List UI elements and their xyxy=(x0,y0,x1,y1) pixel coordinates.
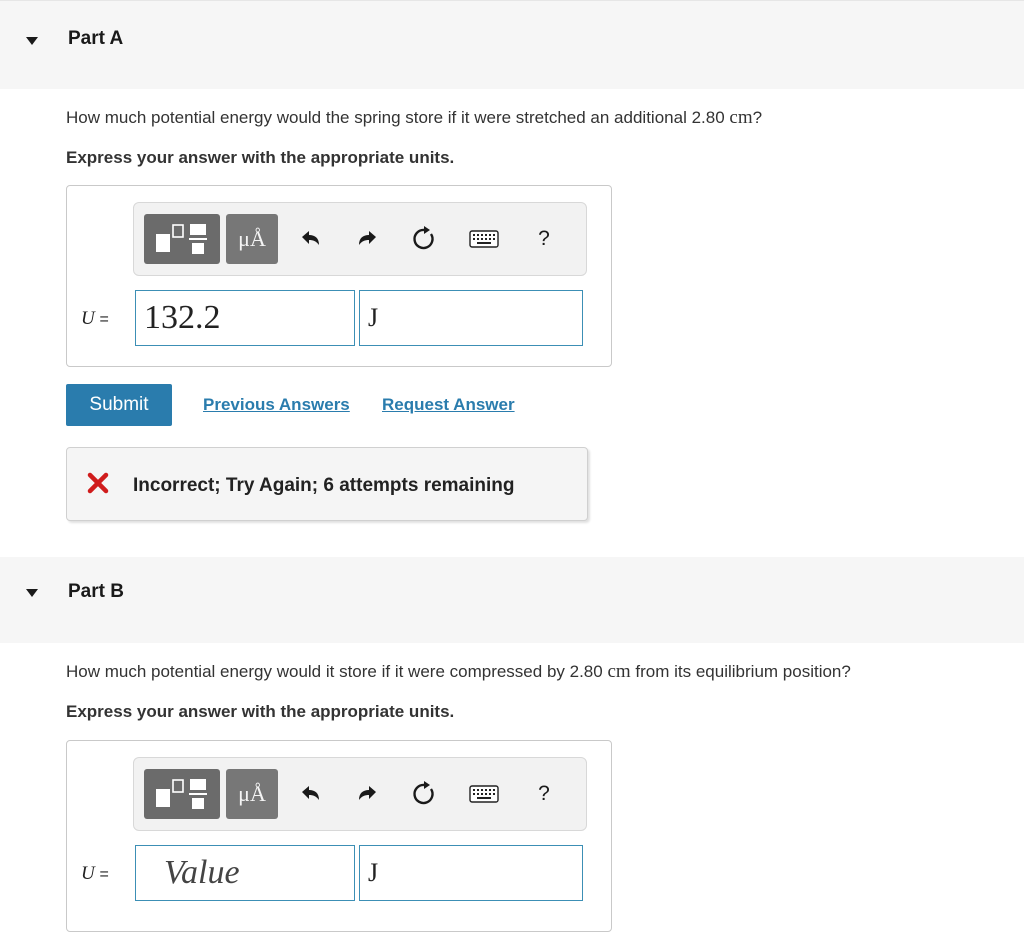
variable-symbol: U xyxy=(81,308,95,329)
part-b-question: How much potential energy would it store… xyxy=(66,661,851,683)
undo-icon xyxy=(302,786,319,800)
variable-label: U = xyxy=(81,308,109,330)
collapse-caret-icon[interactable] xyxy=(26,589,38,597)
templates-icon xyxy=(156,779,207,809)
undo-icon xyxy=(302,231,319,245)
templates-icon xyxy=(156,224,207,254)
redo-button[interactable] xyxy=(354,225,382,253)
templates-button[interactable] xyxy=(144,214,220,264)
part-a-instruction: Express your answer with the appropriate… xyxy=(66,148,455,167)
redo-icon xyxy=(359,231,376,245)
question-end: from its equilibrium position? xyxy=(635,662,851,681)
question-unit: cm xyxy=(729,107,753,128)
equals-sign: = xyxy=(99,311,109,328)
submit-button[interactable]: Submit xyxy=(66,384,172,426)
keyboard-button[interactable] xyxy=(466,780,502,808)
part-b-answer-box: μÅ ? U = Value J xyxy=(66,740,612,932)
keyboard-icon xyxy=(469,230,499,248)
part-a-answer-box: μÅ ? U = 132.2 J xyxy=(66,185,612,367)
math-toolbar: μÅ ? xyxy=(133,757,587,831)
part-a-question: How much potential energy would the spri… xyxy=(66,107,762,129)
unit-input[interactable]: J xyxy=(359,845,583,901)
equals-sign: = xyxy=(99,866,109,883)
variable-label: U = xyxy=(81,863,109,885)
keyboard-button[interactable] xyxy=(466,225,502,253)
templates-button[interactable] xyxy=(144,769,220,819)
feedback-message: Incorrect; Try Again; 6 attempts remaini… xyxy=(133,475,515,496)
reset-button[interactable] xyxy=(410,780,438,808)
question-end: ? xyxy=(752,108,763,127)
undo-button[interactable] xyxy=(296,780,324,808)
reset-icon xyxy=(413,226,434,250)
units-button[interactable]: μÅ xyxy=(226,214,278,264)
math-toolbar: μÅ ? xyxy=(133,202,587,276)
value-placeholder: Value xyxy=(164,854,240,891)
units-button[interactable]: μÅ xyxy=(226,769,278,819)
redo-icon xyxy=(359,786,376,800)
variable-symbol: U xyxy=(81,863,95,884)
question-unit: cm xyxy=(607,661,631,682)
reset-icon xyxy=(413,781,434,805)
part-a-title: Part A xyxy=(68,28,124,49)
incorrect-x-icon xyxy=(87,472,109,494)
feedback-box: Incorrect; Try Again; 6 attempts remaini… xyxy=(66,447,588,521)
value-input[interactable]: 132.2 xyxy=(135,290,355,346)
part-b-title: Part B xyxy=(68,581,124,602)
request-answer-link[interactable]: Request Answer xyxy=(382,395,515,415)
question-text: How much potential energy would the spri… xyxy=(66,108,725,127)
undo-button[interactable] xyxy=(296,225,324,253)
unit-input[interactable]: J xyxy=(359,290,583,346)
value-input[interactable]: Value xyxy=(135,845,355,901)
keyboard-icon xyxy=(469,785,499,803)
help-button[interactable]: ? xyxy=(530,780,558,808)
question-text: How much potential energy would it store… xyxy=(66,662,603,681)
part-b-header[interactable]: Part B xyxy=(0,557,1024,643)
reset-button[interactable] xyxy=(410,225,438,253)
previous-answers-link[interactable]: Previous Answers xyxy=(203,395,350,415)
part-b-instruction: Express your answer with the appropriate… xyxy=(66,702,455,721)
help-button[interactable]: ? xyxy=(530,225,558,253)
part-a-header[interactable]: Part A xyxy=(0,0,1024,89)
collapse-caret-icon[interactable] xyxy=(26,37,38,45)
redo-button[interactable] xyxy=(354,780,382,808)
